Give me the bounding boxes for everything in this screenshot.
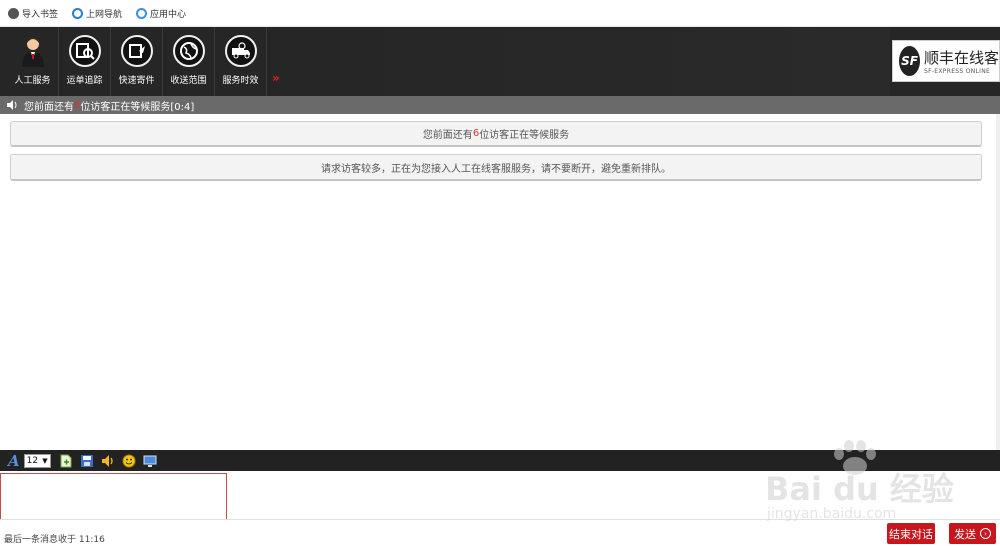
speaker-icon [7, 100, 17, 110]
sound-icon[interactable] [101, 454, 115, 468]
import-icon [8, 7, 19, 19]
chevron-down-icon: ▼ [42, 456, 48, 465]
arrow-right-icon: › [980, 528, 991, 539]
toolbar-item-label: 快速寄件 [118, 76, 155, 86]
bookmark-label: 上网导航 [86, 9, 123, 20]
file-icon[interactable] [59, 454, 73, 468]
emoji-icon[interactable] [122, 454, 136, 468]
toolbar-item-quick-send[interactable]: 快速寄件 [111, 27, 163, 96]
toolbar-item-delivery-range[interactable]: 收送范围 [163, 27, 215, 96]
bookmark-bar: 导入书签 上网导航 应用中心 [0, 0, 1000, 27]
system-message-notice: 请求访客较多，正在为您接入人工在线客服服务，请不要断开，避免重新排队。 [10, 154, 982, 181]
brand-logo: SF 顺丰在线客 SF-EXPRESS ONLINE [892, 40, 1000, 82]
message-text: 请求访客较多，正在为您接入人工在线客服服务，请不要断开，避免重新排队。 [321, 163, 671, 175]
bookmark-label: 导入书签 [22, 9, 59, 20]
status-suffix: 位访客正在等候服务[0:4] [80, 101, 195, 113]
sf-logo-mark: SF [899, 46, 920, 76]
toolbar-item-agent-service[interactable]: 人工服务 [7, 27, 59, 96]
brand-subtitle: SF-EXPRESS ONLINE [923, 68, 991, 75]
waybill-track-icon [68, 35, 101, 67]
screenshot-icon[interactable] [143, 454, 157, 468]
delivery-time-icon [224, 35, 257, 67]
toolbar-item-label: 收送范围 [170, 76, 207, 86]
font-size-value: 12 [26, 455, 39, 466]
queue-status-bar: 您前面还有 6 位访客正在等候服务[0:4] [0, 96, 1000, 114]
main-toolbar: 人工服务 运单追踪 快速寄件 收送范围 服务时效 » [0, 27, 1000, 96]
chat-history[interactable]: 您前面还有 6 位访客正在等候服务 请求访客较多，正在为您接入人工在线客服服务，请不… [0, 114, 1000, 450]
message-input[interactable] [0, 473, 227, 520]
last-message-time: 最后一条消息收于 11:16 [4, 535, 105, 545]
toolbar-item-waybill-track[interactable]: 运单追踪 [59, 27, 111, 96]
app-center-icon [136, 7, 148, 19]
font-style-icon[interactable]: A [8, 452, 20, 470]
bookmark-app-center[interactable]: 应用中心 [136, 7, 186, 20]
font-size-select[interactable]: 12 ▼ [23, 453, 51, 468]
watermark-sub: jingyan.baidu.com [767, 506, 897, 522]
brand-name: 顺丰在线客 [923, 49, 999, 67]
system-message-queue: 您前面还有 6 位访客正在等候服务 [10, 121, 982, 147]
toolbar-item-label: 服务时效 [222, 76, 259, 86]
toolbar-item-service-time[interactable]: 服务时效 [215, 27, 267, 96]
quick-send-icon [120, 35, 153, 67]
status-prefix: 您前面还有 [24, 101, 74, 113]
toolbar-more-button[interactable]: » [272, 71, 280, 85]
ie-icon [72, 7, 84, 19]
toolbar-item-label: 人工服务 [14, 76, 51, 86]
agent-icon [17, 35, 49, 67]
bookmark-import[interactable]: 导入书签 [8, 7, 58, 20]
globe-icon [172, 35, 205, 67]
save-icon[interactable] [80, 454, 94, 468]
baidu-watermark: Bai du 经验 jingyan.baidu.com [765, 438, 965, 528]
bookmark-navigation[interactable]: 上网导航 [72, 7, 122, 20]
toolbar-background [300, 27, 890, 96]
toolbar-item-label: 运单追踪 [66, 76, 103, 86]
message-suffix: 位访客正在等候服务 [479, 130, 570, 141]
message-prefix: 您前面还有 [422, 130, 473, 141]
chat-scrollbar[interactable] [996, 114, 1000, 450]
watermark-main: Bai du 经验 [765, 470, 954, 508]
bookmark-label: 应用中心 [150, 9, 187, 20]
